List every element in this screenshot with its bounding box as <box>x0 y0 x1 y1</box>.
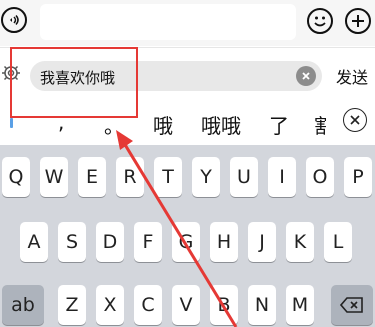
key-l[interactable]: L <box>324 222 352 262</box>
key-z[interactable]: Z <box>58 285 86 325</box>
key-m[interactable]: M <box>286 285 314 325</box>
candidate-4[interactable]: 割 <box>314 110 326 139</box>
key-v[interactable]: V <box>172 285 200 325</box>
candidate-2[interactable]: 哦哦 <box>201 110 241 139</box>
key-o[interactable]: O <box>306 157 334 197</box>
emoji-icon[interactable] <box>307 8 333 34</box>
keyboard: Q W E R T Y U I O P A S D F G H J K L ab… <box>0 145 375 327</box>
key-e[interactable]: E <box>78 157 106 197</box>
key-j[interactable]: J <box>248 222 276 262</box>
key-s[interactable]: S <box>58 222 86 262</box>
shift-key[interactable]: ab <box>2 285 44 325</box>
key-a[interactable]: A <box>20 222 48 262</box>
send-button[interactable]: 发送 <box>336 64 368 88</box>
key-p[interactable]: P <box>344 157 372 197</box>
key-y[interactable]: Y <box>192 157 220 197</box>
key-u[interactable]: U <box>230 157 258 197</box>
candidate-3[interactable]: 了 <box>269 110 289 139</box>
key-h[interactable]: H <box>210 222 238 262</box>
key-n[interactable]: N <box>248 285 276 325</box>
annotation-highlight-box <box>10 47 138 118</box>
candidate-1[interactable]: 哦 <box>153 110 173 139</box>
chat-text-input[interactable] <box>40 4 296 40</box>
key-k[interactable]: K <box>286 222 314 262</box>
plus-icon[interactable] <box>345 8 371 34</box>
backspace-key[interactable] <box>331 285 373 325</box>
backspace-icon <box>340 297 363 313</box>
key-w[interactable]: W <box>40 157 68 197</box>
key-x[interactable]: X <box>96 285 124 325</box>
key-b[interactable]: B <box>210 285 238 325</box>
voice-icon[interactable] <box>1 7 27 33</box>
key-i[interactable]: I <box>268 157 296 197</box>
close-candidates-icon[interactable] <box>343 108 367 132</box>
key-t[interactable]: T <box>154 157 182 197</box>
clear-icon[interactable] <box>296 66 316 86</box>
key-d[interactable]: D <box>96 222 124 262</box>
cursor-indicator <box>10 118 13 128</box>
key-f[interactable]: F <box>134 222 162 262</box>
chat-input-bar <box>0 0 375 46</box>
key-c[interactable]: C <box>134 285 162 325</box>
key-r[interactable]: R <box>116 157 144 197</box>
key-q[interactable]: Q <box>2 157 30 197</box>
key-g[interactable]: G <box>172 222 200 262</box>
